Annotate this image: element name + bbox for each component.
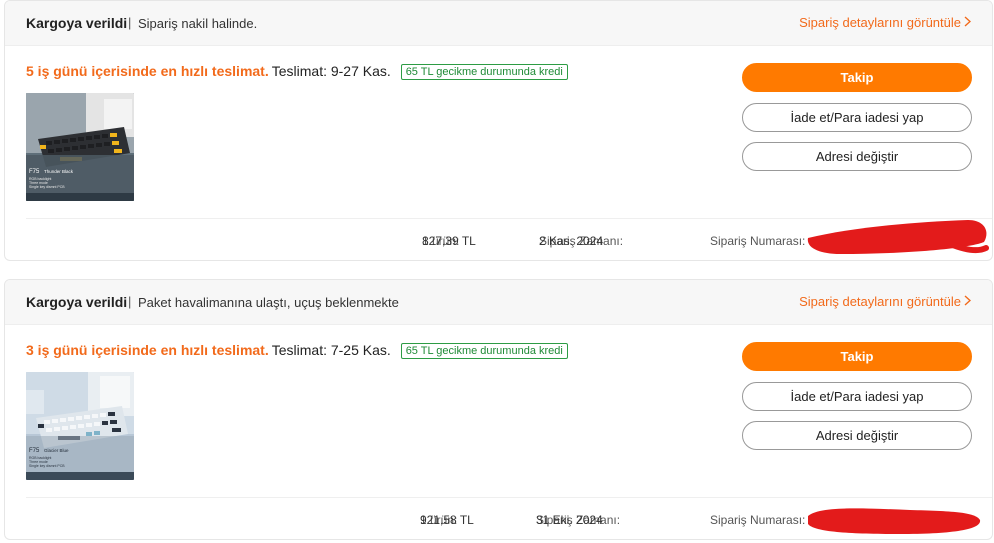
redaction-scribble <box>808 508 981 534</box>
delivery-window: Teslimat: 9-27 Kas. <box>271 63 391 79</box>
view-order-details-label: Sipariş detaylarını görüntüle <box>799 15 961 30</box>
order-status-description: Sipariş nakil halinde. <box>138 16 258 31</box>
order-number-label: Sipariş Numarası: <box>710 234 806 248</box>
order-card-header: Kargoya verildi | Paket havalimanına ula… <box>5 280 992 325</box>
product-image-label: Single key dismnt PCB <box>29 185 65 189</box>
late-delivery-credit-badge: 65 TL gecikme durumunda kredi <box>400 64 568 80</box>
late-delivery-credit-badge: 65 TL gecikme durumunda kredi <box>400 343 568 359</box>
order-status-title: Kargoya verildi <box>26 294 128 310</box>
product-image-label: F75 <box>29 448 40 454</box>
order-time-value: 31 Eki. 2024 <box>536 513 603 527</box>
return-refund-button[interactable]: İade et/Para iadesi yap <box>742 103 972 132</box>
delivery-window: Teslimat: 7-25 Kas. <box>271 342 391 358</box>
order-status-title: Kargoya verildi <box>26 15 128 31</box>
order-total: 921,58 TL <box>420 513 474 527</box>
product-image-label: Thunder Black <box>44 169 74 174</box>
delivery-info: 3 iş günü içerisinde en hızlı teslimat. T… <box>26 342 568 359</box>
track-button[interactable]: Takip <box>742 63 972 92</box>
chevron-right-icon <box>964 15 972 30</box>
view-order-details-link[interactable]: Sipariş detaylarını görüntüle <box>799 294 972 309</box>
product-image[interactable]: F75 Glacier Blue RGB backlight Three mod… <box>26 372 134 480</box>
fastest-delivery-text: 5 iş günü içerisinde en hızlı teslimat. <box>26 63 269 79</box>
product-image-label: Single key dismnt PCB <box>29 464 65 468</box>
chevron-right-icon <box>964 294 972 309</box>
view-order-details-link[interactable]: Sipariş detaylarını görüntüle <box>799 15 972 30</box>
redaction-scribble <box>807 220 989 254</box>
delivery-info: 5 iş günü içerisinde en hızlı teslimat. T… <box>26 63 568 80</box>
footer-divider <box>26 497 992 498</box>
product-image-label: Glacier Blue <box>44 448 69 453</box>
order-card-header: Kargoya verildi | Sipariş nakil halinde.… <box>5 1 992 46</box>
status-separator: | <box>128 15 132 30</box>
product-image-label: F75 <box>29 169 40 175</box>
order-total: 827,39 TL <box>422 234 476 248</box>
order-number-label: Sipariş Numarası: <box>710 513 806 527</box>
view-order-details-label: Sipariş detaylarını görüntüle <box>799 294 961 309</box>
order-status-description: Paket havalimanına ulaştı, uçuş beklenme… <box>138 295 399 310</box>
product-image[interactable]: F75 Thunder Black RGB backlight Three mo… <box>26 93 134 201</box>
track-button[interactable]: Takip <box>742 342 972 371</box>
fastest-delivery-text: 3 iş günü içerisinde en hızlı teslimat. <box>26 342 269 358</box>
change-address-button[interactable]: Adresi değiştir <box>742 142 972 171</box>
order-time-value: 2 Kas. 2024 <box>539 234 604 248</box>
status-separator: | <box>128 294 132 309</box>
return-refund-button[interactable]: İade et/Para iadesi yap <box>742 382 972 411</box>
change-address-button[interactable]: Adresi değiştir <box>742 421 972 450</box>
